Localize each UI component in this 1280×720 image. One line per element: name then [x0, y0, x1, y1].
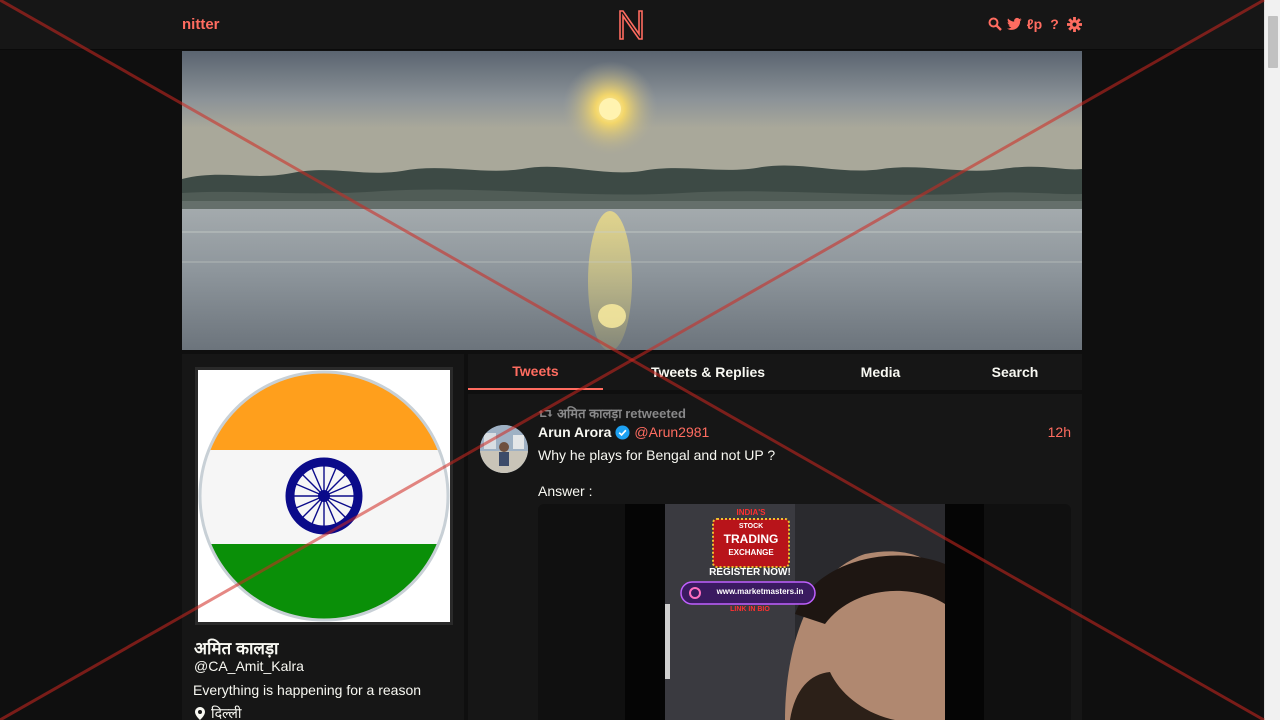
avatar[interactable]	[195, 367, 453, 625]
timeline-tabs: Tweets Tweets & Replies Media Search	[468, 354, 1082, 390]
gear-icon[interactable]	[1067, 16, 1082, 32]
profile-username[interactable]: @CA_Amit_Kalra	[194, 658, 304, 674]
tweet-date[interactable]: 12h	[1048, 424, 1071, 440]
profile-fullname[interactable]: अमित कालड़ा	[194, 636, 278, 659]
tab-media[interactable]: Media	[813, 354, 948, 390]
ad-text-stock: STOCK	[738, 523, 764, 530]
location-pin-icon	[195, 707, 205, 720]
timeline: अमित कालड़ा retweeted Arun Arora @Arun29…	[468, 394, 1082, 720]
tweet-media[interactable]: INDIA'S STOCK TRADING EXCHANGE REGISTER …	[538, 504, 1071, 720]
ad-text-register: REGISTER NOW!	[709, 567, 791, 578]
tweet-text-line: Why he plays for Bengal and not UP ?	[538, 447, 776, 463]
search-icon[interactable]	[987, 16, 1002, 32]
page-scrollbar[interactable]	[1264, 0, 1280, 720]
tweet-author-name[interactable]: Arun Arora	[538, 424, 611, 440]
tab-search[interactable]: Search	[948, 354, 1082, 390]
retweet-icon	[538, 409, 553, 417]
tweet-text: Why he plays for Bengal and not UP ? Ans…	[538, 446, 775, 500]
verified-badge-icon	[615, 424, 630, 440]
nitter-logo-icon[interactable]	[617, 8, 645, 42]
ad-text-exchange: EXCHANGE	[728, 548, 774, 557]
twitter-bird-icon[interactable]	[1007, 16, 1022, 32]
ad-text-link: LINK IN BIO	[730, 606, 770, 613]
tweet-author-handle[interactable]: @Arun2981	[634, 424, 709, 440]
tweet-text-line: Answer :	[538, 483, 593, 499]
tweet-author-avatar[interactable]	[480, 425, 528, 473]
profile-bio: Everything is happening for a reason	[193, 682, 422, 698]
profile-location: दिल्ली	[195, 704, 242, 720]
tweet-header: Arun Arora @Arun2981	[538, 424, 709, 440]
banner-image	[182, 51, 1082, 350]
ad-text-india: INDIA'S	[736, 508, 766, 517]
location-text: दिल्ली	[211, 705, 242, 720]
rss-icon[interactable]: ℓp	[1027, 16, 1042, 32]
video-thumbnail[interactable]: INDIA'S STOCK TRADING EXCHANGE REGISTER …	[665, 504, 945, 720]
navbar: nitter ℓp ?	[0, 0, 1264, 50]
help-icon[interactable]: ?	[1047, 16, 1062, 32]
ad-text-trading: TRADING	[723, 532, 779, 546]
nitter-brand-link[interactable]: nitter	[182, 16, 220, 33]
indian-flag-avatar-icon	[198, 370, 450, 622]
ad-text-url: www.marketmasters.in	[716, 587, 804, 596]
scrollbar-thumb[interactable]	[1268, 16, 1278, 68]
retweet-header: अमित कालड़ा retweeted	[538, 404, 686, 422]
tab-tweets[interactable]: Tweets	[468, 354, 603, 390]
profile-card: अमित कालड़ा @CA_Amit_Kalra Everything is…	[182, 354, 464, 720]
tab-tweets-replies[interactable]: Tweets & Replies	[603, 354, 813, 390]
author-photo	[480, 425, 528, 473]
nav-icons: ℓp ?	[987, 16, 1082, 32]
profile-banner[interactable]	[182, 51, 1082, 350]
retweet-text: अमित कालड़ा retweeted	[557, 406, 686, 421]
